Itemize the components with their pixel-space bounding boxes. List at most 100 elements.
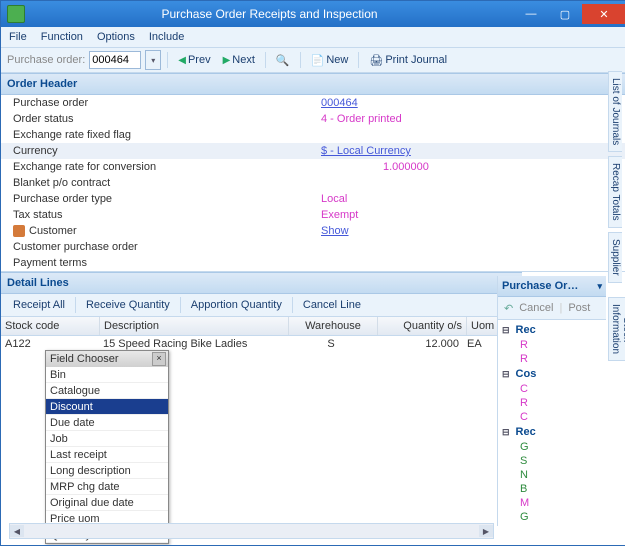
- customer-icon: [13, 225, 25, 237]
- col-wh[interactable]: Warehouse: [289, 317, 378, 335]
- tree-item[interactable]: N: [498, 468, 606, 482]
- fc-item[interactable]: Original due date: [46, 495, 168, 511]
- separator: [167, 52, 168, 68]
- order-header-title[interactable]: Order Header▾: [1, 73, 625, 95]
- field-label: Blanket p/o contract: [1, 177, 313, 189]
- grid-header: Stock code Description Warehouse Quantit…: [1, 317, 522, 336]
- col-desc[interactable]: Description: [100, 317, 289, 335]
- new-button[interactable]: 📄New: [307, 54, 353, 67]
- tree-item[interactable]: R: [498, 352, 606, 366]
- menu-include[interactable]: Include: [149, 31, 184, 43]
- fc-item[interactable]: Last receipt: [46, 447, 168, 463]
- horizontal-scrollbar[interactable]: ◀ ▶: [9, 523, 494, 539]
- scroll-left-icon[interactable]: ◀: [10, 525, 24, 537]
- tree-item[interactable]: M: [498, 496, 606, 510]
- page-icon: 📄: [311, 54, 325, 67]
- field-label: Purchase order type: [1, 193, 313, 205]
- cell-qty: 12.000: [375, 338, 463, 350]
- field-label: Customer purchase order: [1, 241, 313, 253]
- fc-item[interactable]: Job: [46, 431, 168, 447]
- po-type-value: Local: [313, 193, 347, 205]
- separator: [300, 52, 301, 68]
- status-value: 4 - Order printed: [313, 113, 402, 125]
- app-icon: [7, 5, 25, 23]
- po-input[interactable]: [89, 51, 141, 69]
- field-label: Payment terms: [1, 257, 313, 269]
- fc-item[interactable]: Due date: [46, 415, 168, 431]
- field-chooser-title[interactable]: Field Chooser ×: [46, 351, 168, 367]
- po-link[interactable]: 000464: [313, 97, 358, 109]
- tree-item[interactable]: R: [498, 338, 606, 352]
- minimize-button[interactable]: —: [514, 4, 548, 24]
- cell-stock: A122: [1, 338, 99, 350]
- print-journal-button[interactable]: 🖨Print Journal: [365, 54, 451, 67]
- fc-item[interactable]: Long description: [46, 463, 168, 479]
- field-chooser-close[interactable]: ×: [152, 352, 166, 366]
- receive-qty-button[interactable]: Receive Quantity: [80, 299, 176, 311]
- titlebar: Purchase Order Receipts and Inspection —…: [1, 1, 625, 27]
- app-window: Purchase Order Receipts and Inspection —…: [0, 0, 625, 546]
- side-tabs: List of Journals Recap Totals Supplier S…: [608, 71, 625, 287]
- tree-item[interactable]: G: [498, 440, 606, 454]
- field-label: Customer: [1, 225, 313, 237]
- menu-options[interactable]: Options: [97, 31, 135, 43]
- fc-item-selected[interactable]: Discount: [46, 399, 168, 415]
- tree-group[interactable]: ⊟Rec: [498, 424, 606, 440]
- fc-item[interactable]: Bin: [46, 367, 168, 383]
- currency-link[interactable]: $ - Local Currency: [313, 145, 411, 157]
- detail-lines-title[interactable]: Detail Lines▾: [1, 272, 522, 294]
- tree-group[interactable]: ⊟Cos: [498, 366, 606, 382]
- tab-recap-totals[interactable]: Recap Totals: [608, 156, 622, 228]
- exchange-rate-value: 1.000000: [313, 161, 429, 173]
- tab-supplier[interactable]: Supplier: [608, 232, 622, 283]
- prev-button[interactable]: ◀Prev: [174, 54, 214, 66]
- tab-stock-information[interactable]: Stock Information: [608, 297, 625, 361]
- menu-file[interactable]: File: [9, 31, 27, 43]
- field-chooser-popup[interactable]: Field Chooser × Bin Catalogue Discount D…: [45, 350, 169, 544]
- col-qty[interactable]: Quantity o/s: [378, 317, 467, 335]
- tree-item[interactable]: C: [498, 410, 606, 424]
- tree-item[interactable]: G: [498, 510, 606, 524]
- menubar: File Function Options Include: [1, 27, 625, 48]
- detail-toolbar: Receipt All Receive Quantity Apportion Q…: [1, 294, 522, 317]
- separator: [265, 52, 266, 68]
- cancel-button[interactable]: Cancel: [519, 302, 553, 314]
- field-label: Exchange rate for conversion: [1, 161, 313, 173]
- tree-group[interactable]: ⊟Rec: [498, 322, 606, 338]
- cell-wh: S: [287, 338, 375, 350]
- po-dropdown[interactable]: ▾: [145, 50, 161, 70]
- tree-item[interactable]: R: [498, 396, 606, 410]
- tree-item[interactable]: S: [498, 454, 606, 468]
- maximize-button[interactable]: ▢: [548, 4, 582, 24]
- undo-icon[interactable]: ↶: [504, 302, 513, 315]
- tree-item[interactable]: C: [498, 382, 606, 396]
- apportion-qty-button[interactable]: Apportion Quantity: [185, 299, 288, 311]
- cancel-line-button[interactable]: Cancel Line: [297, 299, 367, 311]
- field-label: Order status: [1, 113, 313, 125]
- next-button[interactable]: ▶Next: [219, 54, 259, 66]
- tree-item[interactable]: B: [498, 482, 606, 496]
- menu-function[interactable]: Function: [41, 31, 83, 43]
- toolbar: Purchase order: ▾ ◀Prev ▶Next 🔍 📄New 🖨Pr…: [1, 48, 625, 73]
- post-button[interactable]: Post: [568, 302, 590, 314]
- receipt-all-button[interactable]: Receipt All: [7, 299, 71, 311]
- tab-list-of-journals[interactable]: List of Journals: [608, 71, 622, 152]
- po-tree: ⊟Rec R R ⊟Cos C R C ⊟Rec G S N B M G: [498, 320, 606, 526]
- close-button[interactable]: ✕: [582, 4, 625, 24]
- po-pane-title[interactable]: Purchase Or…▾: [498, 276, 606, 297]
- search-icon[interactable]: 🔍: [272, 54, 294, 67]
- scroll-right-icon[interactable]: ▶: [479, 525, 493, 537]
- fc-item[interactable]: MRP chg date: [46, 479, 168, 495]
- window-title: Purchase Order Receipts and Inspection: [25, 7, 514, 21]
- window-controls: — ▢ ✕: [514, 4, 625, 24]
- customer-show-link[interactable]: Show: [313, 225, 349, 237]
- tax-value: Exempt: [313, 209, 358, 221]
- fc-item[interactable]: Catalogue: [46, 383, 168, 399]
- po-label: Purchase order:: [7, 54, 85, 66]
- field-chooser-list: Bin Catalogue Discount Due date Job Last…: [46, 367, 168, 543]
- order-header-grid: Purchase order000464 Order status4 - Ord…: [1, 95, 625, 272]
- field-label: Purchase order: [1, 97, 313, 109]
- col-stock[interactable]: Stock code: [1, 317, 100, 335]
- field-label: Currency: [1, 145, 313, 157]
- cell-desc: 15 Speed Racing Bike Ladies: [99, 338, 287, 350]
